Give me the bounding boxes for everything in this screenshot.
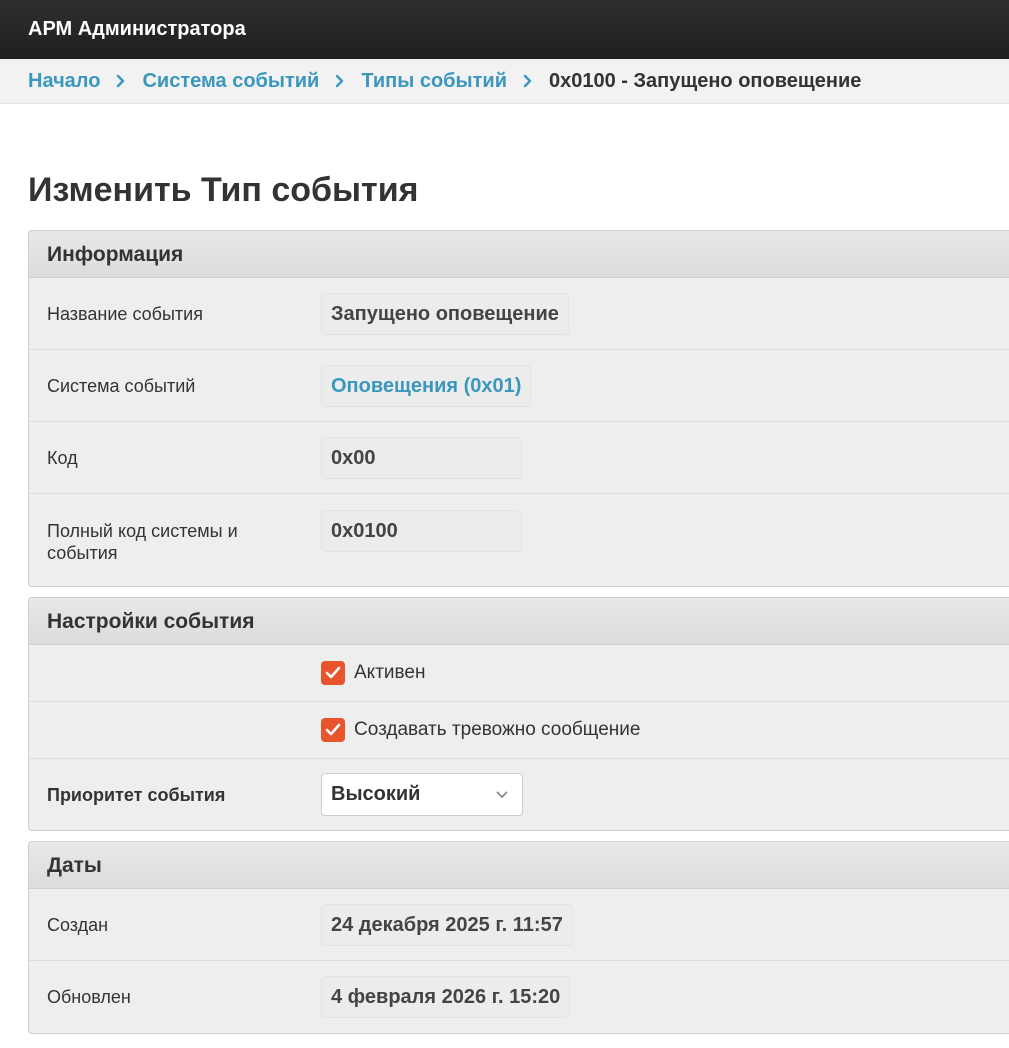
breadcrumb-event-types[interactable]: Типы событий [361, 70, 507, 93]
chevron-right-icon [523, 74, 533, 88]
breadcrumb-home[interactable]: Начало [28, 70, 100, 93]
created-row: Создан 24 декабря 2025 г. 11:57 [29, 889, 1009, 961]
breadcrumb-event-system[interactable]: Система событий [142, 70, 319, 93]
created-label: Создан [47, 914, 109, 935]
updated-label: Обновлен [47, 987, 131, 1007]
top-bar: АРМ Администратора [0, 0, 1009, 59]
page-title: Изменить Тип события [28, 171, 419, 209]
field-label: Код [47, 447, 78, 468]
dates-module: Даты Создан 24 декабря 2025 г. 11:57 Обн… [28, 841, 1009, 1034]
event-system-link[interactable]: Оповещения (0x01) [321, 364, 532, 407]
priority-select[interactable]: Высокий [321, 773, 523, 816]
field-row-full-code: Полный код системы и события 0x0100 [29, 494, 1009, 586]
field-label: Название события [47, 303, 203, 324]
main-content: Изменить Тип события Информация Название… [0, 104, 1009, 1034]
active-text: Активен [354, 662, 426, 683]
active-checkbox-label[interactable]: Активен [321, 661, 425, 685]
alarm-text: Создавать тревожно сообщение [354, 719, 641, 740]
field-label: Система событий [47, 375, 196, 396]
active-row: Активен [29, 645, 1009, 702]
field-label: Полный код системы и события [47, 521, 238, 563]
updated-row: Обновлен 4 февраля 2026 г. 15:20 [29, 961, 1009, 1033]
chevron-right-icon [116, 74, 126, 88]
alarm-checkbox[interactable] [321, 718, 345, 742]
breadcrumb-current: 0x0100 - Запущено оповещение [548, 69, 862, 92]
priority-selected-value: Высокий [331, 783, 421, 805]
field-row-event-name: Название события Запущено оповещение [29, 278, 1009, 350]
app-title[interactable]: АРМ Администратора [28, 18, 246, 41]
field-row-code: Код 0x00 [29, 422, 1009, 494]
checkmark-icon [325, 666, 341, 679]
alarm-checkbox-label[interactable]: Создавать тревожно сообщение [321, 718, 640, 742]
breadcrumb: Начало Система событий Типы событий 0x01… [0, 59, 1009, 104]
info-heading: Информация [29, 231, 1009, 278]
chevron-right-icon [335, 74, 345, 88]
checkmark-icon [325, 723, 341, 736]
code-value: 0x00 [321, 436, 522, 479]
info-module: Информация Название события Запущено опо… [28, 230, 1009, 587]
priority-row: Приоритет события Высокий [29, 759, 1009, 830]
settings-heading: Настройки события [29, 598, 1009, 645]
alarm-row: Создавать тревожно сообщение [29, 702, 1009, 759]
full-code-value: 0x0100 [321, 510, 522, 552]
chevron-down-icon [496, 791, 508, 798]
event-name-value: Запущено оповещение [321, 292, 569, 335]
updated-value: 4 февраля 2026 г. 15:20 [321, 976, 571, 1018]
active-checkbox[interactable] [321, 661, 345, 685]
dates-heading: Даты [29, 842, 1009, 889]
settings-module: Настройки события Активен Создавать трев… [28, 597, 1009, 831]
field-row-event-system: Система событий Оповещения (0x01) [29, 350, 1009, 422]
priority-label: Приоритет события [47, 784, 226, 805]
created-value: 24 декабря 2025 г. 11:57 [321, 903, 573, 946]
